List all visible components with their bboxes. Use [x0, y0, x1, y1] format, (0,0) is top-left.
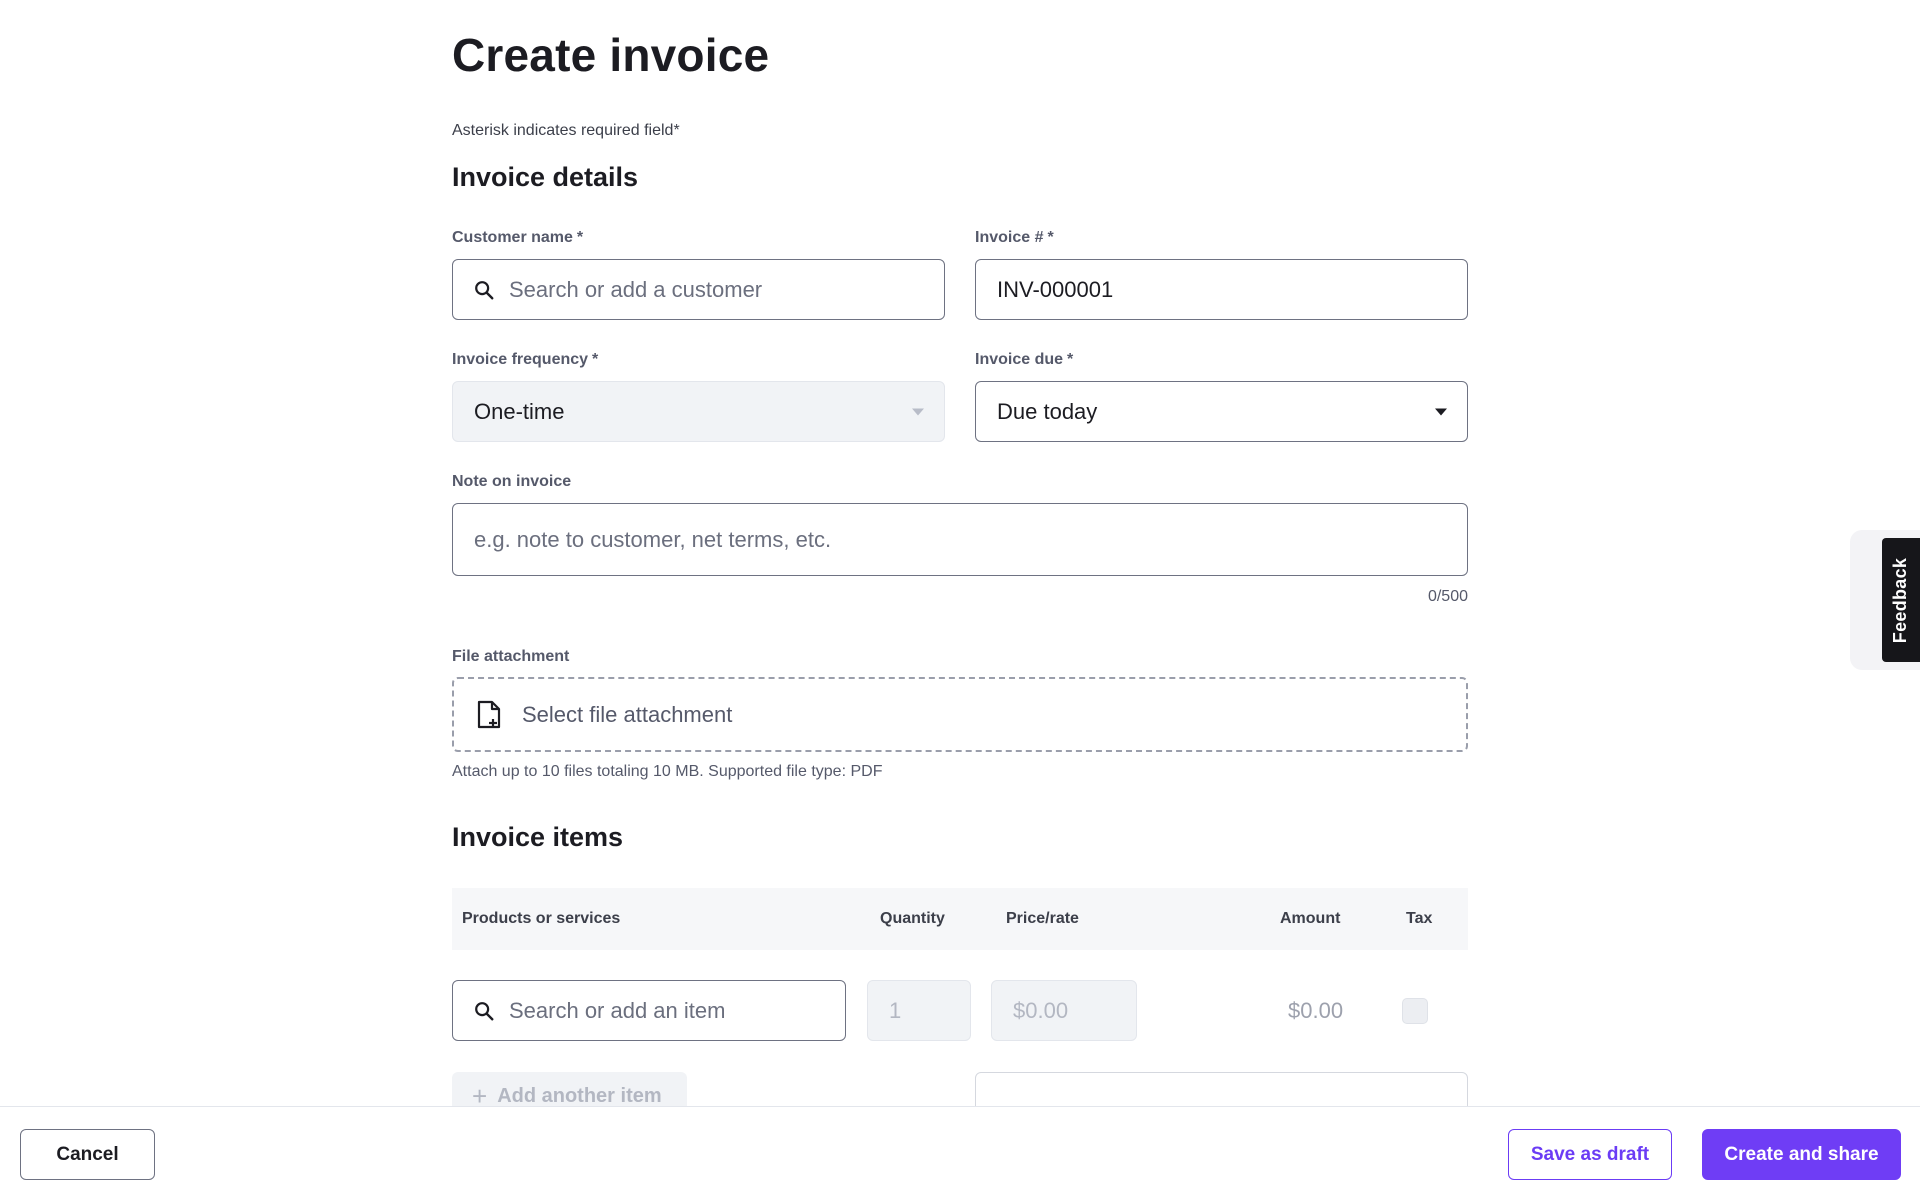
invoice-items-heading: Invoice items	[452, 822, 624, 852]
invoice-due-label: Invoice due *	[975, 351, 1074, 368]
column-quantity: Quantity	[880, 910, 945, 927]
invoice-summary-box	[975, 1072, 1468, 1106]
column-price-rate: Price/rate	[1006, 910, 1079, 927]
item-search-placeholder: Search or add an item	[509, 997, 726, 1023]
caret-down-icon	[912, 408, 924, 415]
create-and-share-button[interactable]: Create and share	[1702, 1129, 1901, 1180]
file-attachment-dropzone[interactable]: Select file attachment	[452, 677, 1468, 752]
add-another-item-label: Add another item	[497, 1084, 662, 1107]
column-tax: Tax	[1406, 910, 1433, 927]
cancel-button[interactable]: Cancel	[20, 1129, 155, 1180]
column-amount: Amount	[1280, 910, 1341, 927]
invoice-number-value: INV-000001	[997, 276, 1114, 302]
required-field-note: Asterisk indicates required field*	[452, 122, 680, 139]
customer-name-label: Customer name *	[452, 229, 584, 246]
price-value: $0.00	[1013, 997, 1069, 1023]
invoice-due-value: Due today	[997, 398, 1098, 424]
page: Create invoice Asterisk indicates requir…	[0, 0, 1920, 1106]
file-attachment-button-label: Select file attachment	[522, 701, 733, 727]
note-character-counter: 0/500	[1427, 588, 1468, 605]
quantity-value: 1	[889, 997, 902, 1023]
feedback-tab[interactable]: Feedback	[1882, 538, 1920, 662]
save-as-draft-button[interactable]: Save as draft	[1508, 1129, 1672, 1180]
customer-search-input[interactable]: Search or add a customer	[452, 259, 945, 320]
plus-icon: +	[472, 1081, 488, 1106]
invoice-number-input[interactable]: INV-000001	[975, 259, 1468, 320]
invoice-number-label: Invoice # *	[975, 229, 1054, 246]
customer-search-placeholder: Search or add a customer	[509, 276, 763, 302]
search-icon	[473, 1000, 495, 1022]
file-plus-icon	[476, 700, 502, 730]
caret-down-icon	[1435, 408, 1447, 415]
note-label: Note on invoice	[452, 473, 572, 490]
invoice-frequency-label: Invoice frequency *	[452, 351, 599, 368]
invoice-due-select[interactable]: Due today	[975, 381, 1468, 442]
note-placeholder: e.g. note to customer, net terms, etc.	[474, 526, 832, 552]
search-icon	[473, 279, 495, 301]
page-title: Create invoice	[452, 29, 770, 81]
line-amount: $0.00	[1288, 998, 1344, 1023]
invoice-items-table-header: Products or services Quantity Price/rate…	[452, 888, 1468, 950]
price-input[interactable]: $0.00	[991, 980, 1137, 1041]
feedback-label: Feedback	[1890, 557, 1911, 643]
file-attachment-helper: Attach up to 10 files totaling 10 MB. Su…	[452, 763, 883, 780]
invoice-frequency-select[interactable]: One-time	[452, 381, 945, 442]
quantity-input[interactable]: 1	[867, 980, 971, 1041]
column-products: Products or services	[462, 910, 621, 927]
invoice-details-heading: Invoice details	[452, 162, 639, 192]
item-search-input[interactable]: Search or add an item	[452, 980, 846, 1041]
file-attachment-label: File attachment	[452, 648, 570, 665]
add-another-item-button[interactable]: + Add another item	[452, 1072, 687, 1106]
invoice-frequency-value: One-time	[474, 398, 565, 424]
note-textarea[interactable]: e.g. note to customer, net terms, etc.	[452, 503, 1468, 576]
tax-checkbox[interactable]	[1402, 998, 1428, 1024]
footer-action-bar: Cancel Save as draft Create and share	[0, 1106, 1920, 1200]
